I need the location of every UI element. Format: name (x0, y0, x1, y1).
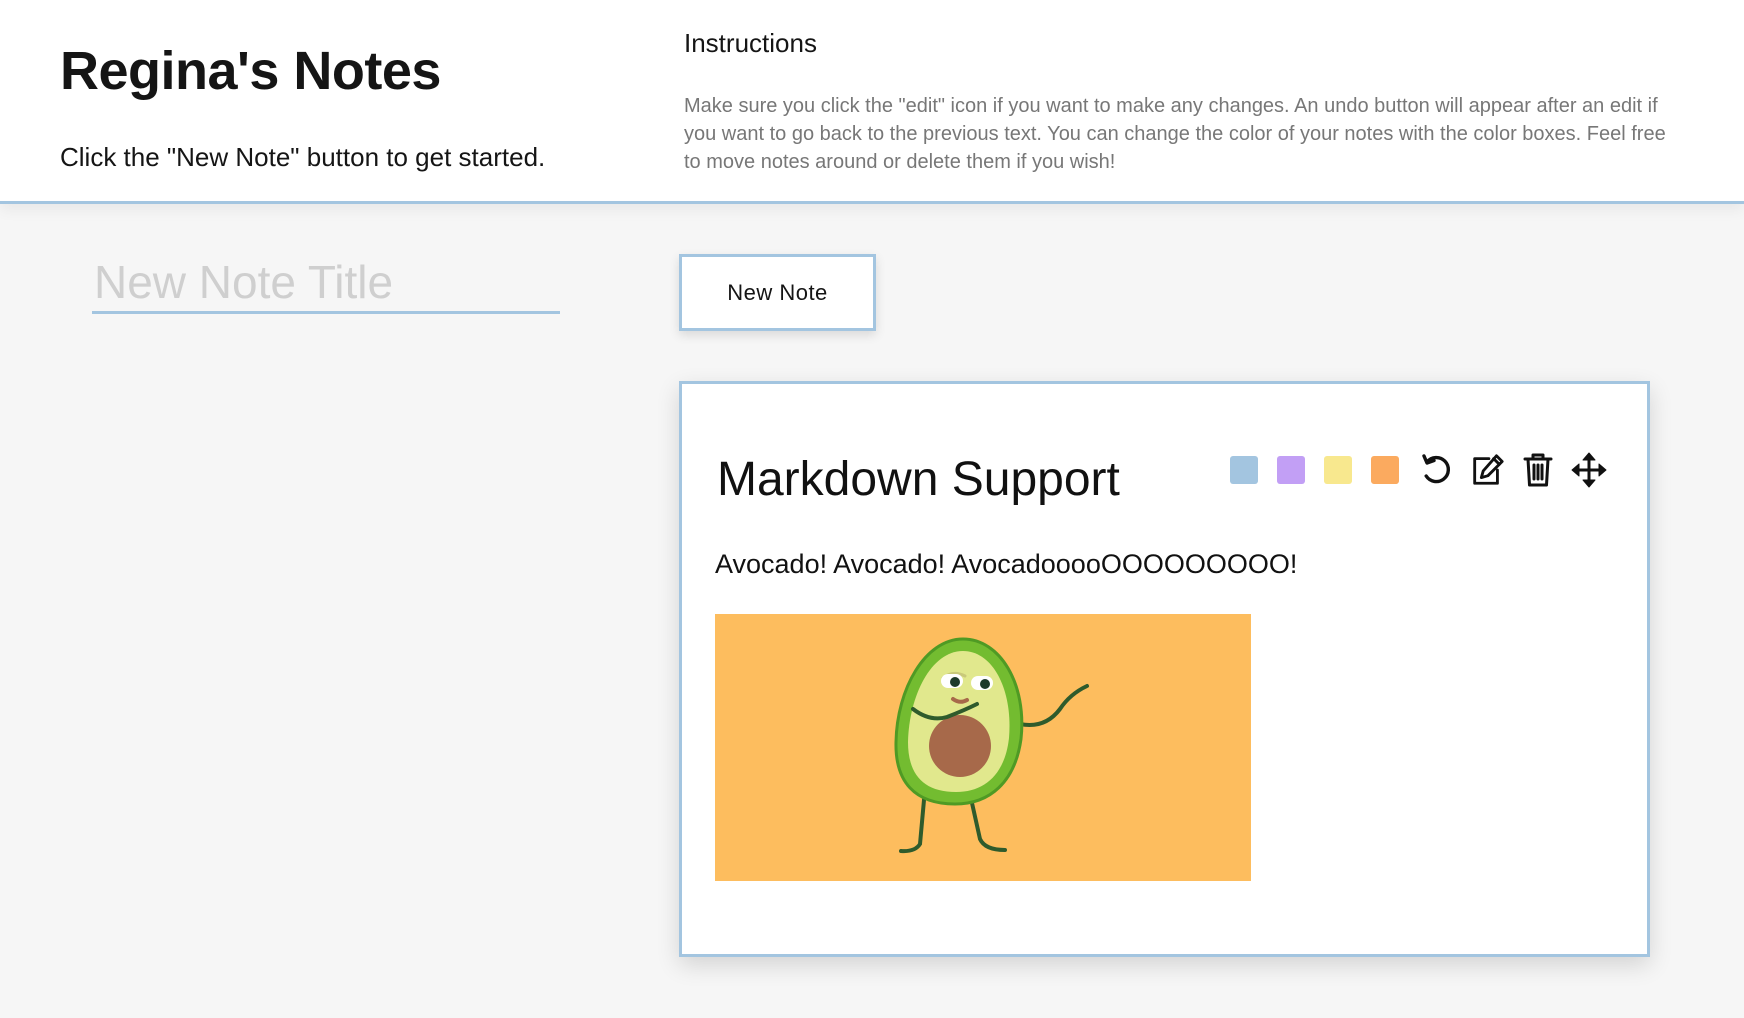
note-body-text: Avocado! Avocado! AvocadooooOOOOOOOOO! (715, 549, 1298, 579)
instructions-heading: Instructions (684, 28, 817, 58)
color-swatch-blue[interactable] (1230, 456, 1258, 484)
undo-icon[interactable] (1418, 452, 1454, 488)
new-note-button[interactable]: New Note (679, 254, 876, 331)
move-icon[interactable] (1571, 452, 1607, 488)
note-card: Markdown Support Avocado! Avocado! Avoca… (679, 381, 1650, 957)
color-swatch-orange[interactable] (1371, 456, 1399, 484)
note-image-dancing-avocado (715, 614, 1251, 881)
app-title: Regina's Notes (60, 41, 441, 101)
note-title: Markdown Support (717, 453, 1120, 506)
note-toolbar (1230, 452, 1607, 488)
color-swatch-yellow[interactable] (1324, 456, 1352, 484)
edit-icon[interactable] (1469, 452, 1505, 488)
app-header: Regina's Notes Click the "New Note" butt… (0, 0, 1744, 204)
new-note-title-input[interactable] (92, 252, 560, 314)
trash-icon[interactable] (1520, 452, 1556, 488)
avocado-illustration (894, 637, 1089, 854)
color-swatch-purple[interactable] (1277, 456, 1305, 484)
app-subtitle: Click the "New Note" button to get start… (60, 142, 546, 172)
instructions-text: Make sure you click the "edit" icon if y… (684, 95, 1666, 173)
